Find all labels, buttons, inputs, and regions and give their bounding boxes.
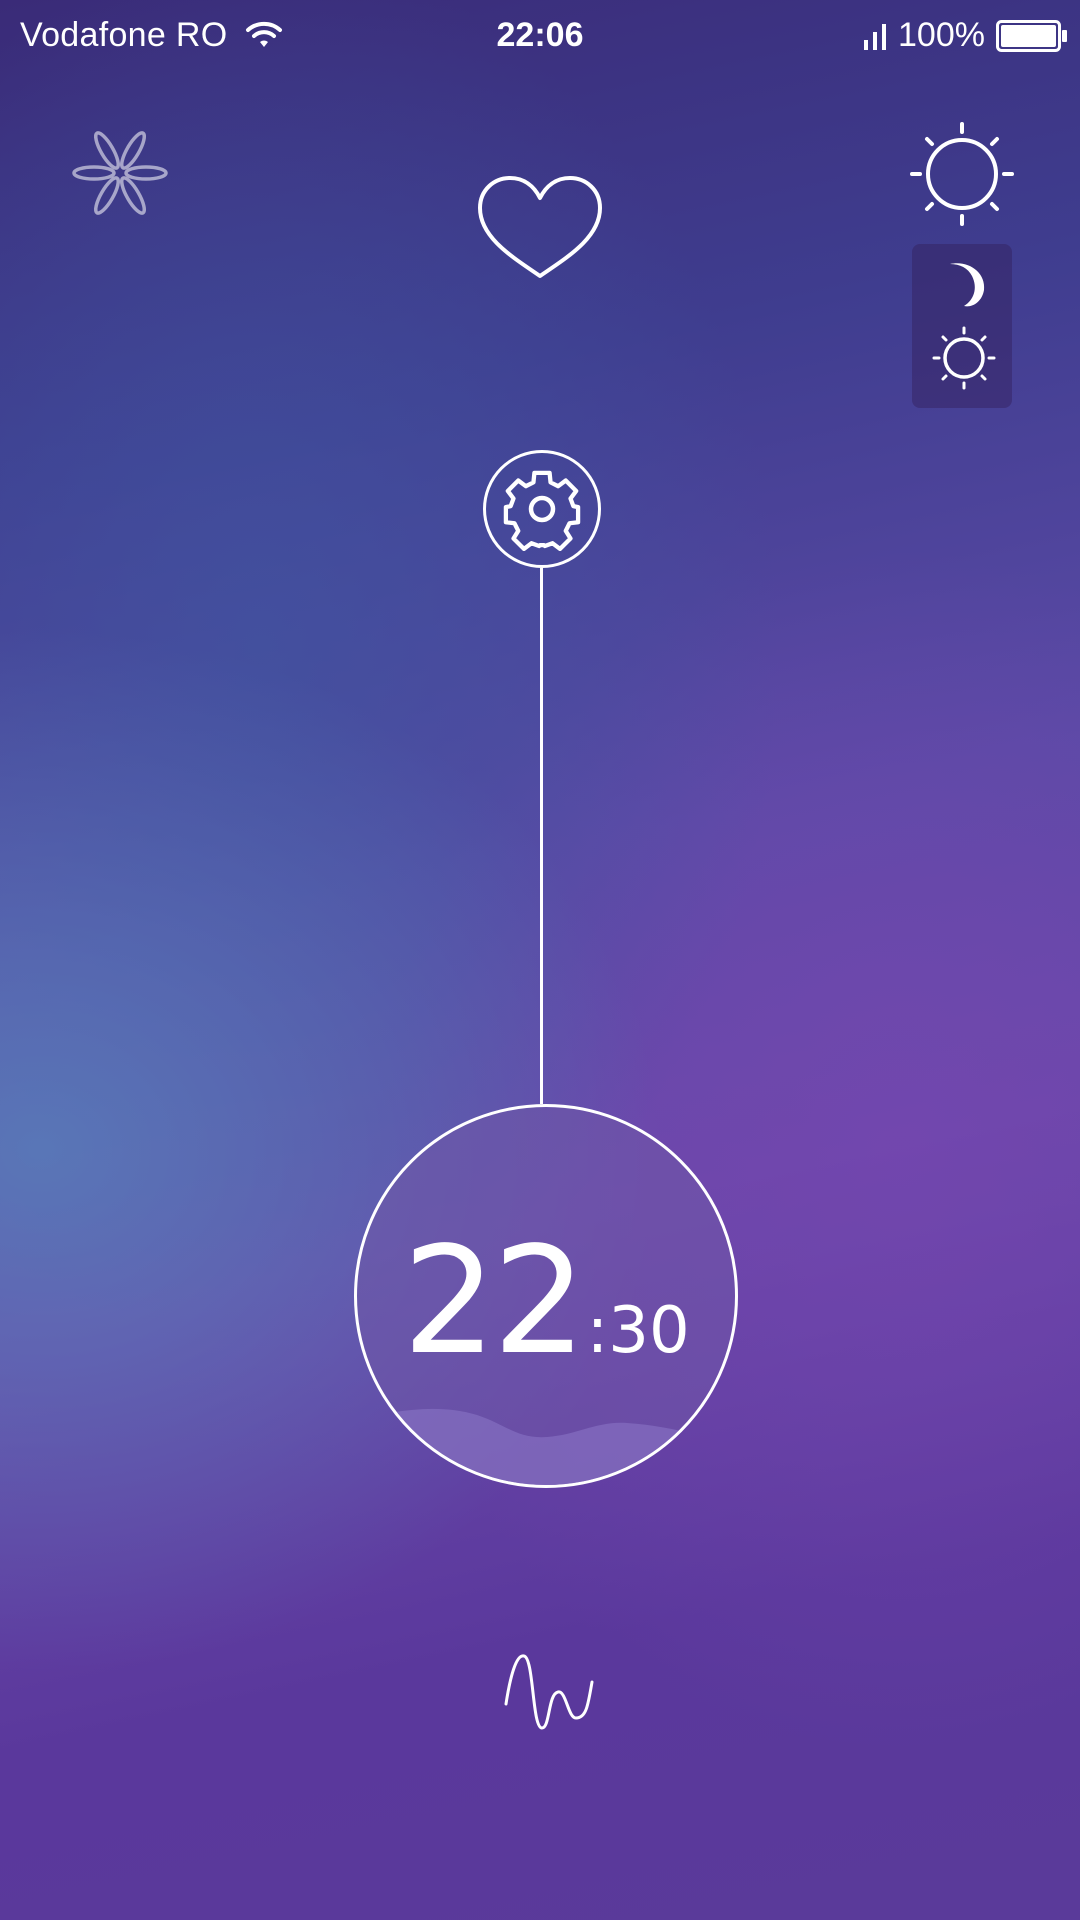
moon-icon[interactable] (942, 258, 990, 310)
flower-icon[interactable] (70, 128, 170, 218)
time-hours: 22 (402, 1215, 586, 1387)
sun-icon[interactable] (910, 122, 1014, 226)
settings-button[interactable] (483, 450, 601, 568)
wave-icon[interactable] (502, 1648, 606, 1734)
time-minutes: 30 (608, 1294, 690, 1368)
signal-icon (864, 24, 886, 50)
heart-icon[interactable] (474, 172, 606, 282)
status-bar: Vodafone RO 22:06 100% (0, 0, 1080, 72)
sun-icon[interactable] (932, 326, 996, 390)
dial-wave-decoration (357, 1408, 735, 1485)
battery-icon (996, 20, 1067, 52)
connector-line (540, 568, 543, 1104)
battery-percent: 100% (898, 16, 985, 54)
time-separator: : (586, 1294, 609, 1368)
time-dial[interactable]: 22:30 (354, 1104, 738, 1488)
day-night-mode-panel[interactable] (912, 244, 1012, 408)
gear-icon (503, 470, 581, 551)
time-readout: 22:30 (357, 1227, 735, 1375)
